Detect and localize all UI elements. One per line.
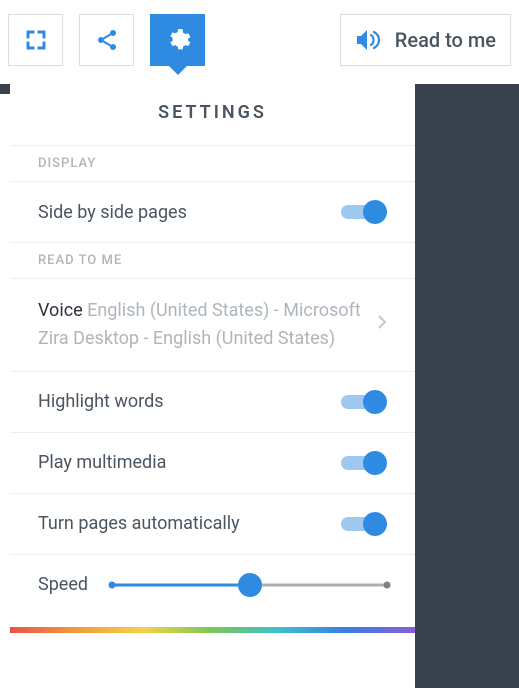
row-autopage: Turn pages automatically	[10, 493, 415, 554]
side-by-side-toggle[interactable]	[341, 200, 387, 224]
read-to-me-button[interactable]: Read to me	[340, 14, 511, 66]
autopage-label: Turn pages automatically	[38, 513, 327, 534]
read-to-me-label: Read to me	[395, 28, 496, 52]
speed-slider[interactable]	[112, 573, 387, 597]
dark-edge-left	[0, 84, 10, 94]
panel-title: SETTINGS	[10, 84, 415, 145]
row-multimedia: Play multimedia	[10, 432, 415, 493]
section-heading-read: READ TO ME	[10, 242, 415, 278]
voice-name: Voice	[38, 300, 83, 321]
gear-icon	[165, 27, 191, 53]
highlight-label: Highlight words	[38, 391, 327, 412]
toolbar: Read to me	[0, 0, 519, 84]
autopage-toggle[interactable]	[341, 512, 387, 536]
share-button[interactable]	[79, 14, 134, 66]
dark-panel-right	[415, 84, 519, 688]
rainbow-bar	[10, 627, 415, 633]
row-speed: Speed	[10, 554, 415, 619]
side-by-side-label: Side by side pages	[38, 202, 327, 223]
multimedia-label: Play multimedia	[38, 452, 327, 473]
voice-desc: English (United States) - Microsoft Zira…	[38, 300, 361, 349]
settings-panel: SETTINGS DISPLAY Side by side pages READ…	[10, 84, 415, 633]
section-heading-display: DISPLAY	[10, 145, 415, 181]
fullscreen-icon	[24, 28, 48, 52]
row-voice[interactable]: Voice English (United States) - Microsof…	[10, 278, 415, 371]
fullscreen-button[interactable]	[8, 14, 63, 66]
settings-button[interactable]	[150, 14, 205, 66]
share-icon	[95, 28, 119, 52]
speed-label: Speed	[38, 574, 88, 595]
speaker-icon	[355, 28, 383, 52]
chevron-right-icon	[377, 314, 387, 335]
row-side-by-side: Side by side pages	[10, 181, 415, 242]
row-highlight: Highlight words	[10, 371, 415, 432]
multimedia-toggle[interactable]	[341, 451, 387, 475]
highlight-toggle[interactable]	[341, 390, 387, 414]
